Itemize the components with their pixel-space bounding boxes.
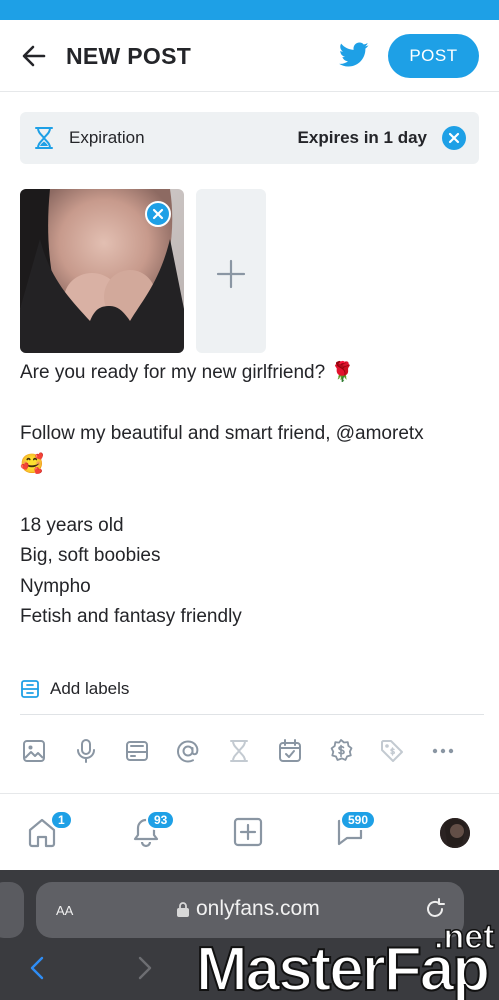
image-button[interactable]	[18, 733, 50, 769]
voice-button[interactable]	[70, 733, 102, 769]
page-title: NEW POST	[66, 43, 192, 69]
add-labels-label: Add labels	[50, 679, 130, 698]
watermark-brand: MasterFap	[195, 934, 491, 1000]
nav-new-post[interactable]	[222, 794, 282, 870]
microphone-icon	[77, 739, 95, 763]
post-text-line: Are you ready for my new girlfriend? 🌹	[20, 362, 355, 383]
image-icon	[23, 740, 45, 762]
add-media-button[interactable]	[196, 189, 266, 353]
add-post-icon	[233, 817, 263, 847]
avatar-image	[440, 818, 470, 848]
at-sign-icon	[177, 740, 199, 763]
nav-notifications[interactable]: 93	[122, 794, 182, 870]
plus-icon	[216, 259, 246, 289]
expiration-label: Expiration	[69, 128, 145, 147]
expiration-button[interactable]	[223, 733, 255, 769]
calendar-check-icon	[279, 739, 301, 762]
more-icon	[432, 748, 454, 754]
post-text-line: Fetish and fantasy friendly	[20, 606, 242, 627]
tag-button[interactable]	[376, 733, 408, 769]
post-text-line	[20, 389, 480, 420]
messages-badge: 590	[340, 810, 377, 830]
browser-back-icon[interactable]	[26, 955, 48, 981]
expiration-value: Expires in 1 day	[297, 128, 427, 147]
status-strip	[0, 0, 499, 20]
clear-expiration-button[interactable]	[442, 126, 466, 150]
divider	[20, 714, 484, 715]
schedule-button[interactable]	[274, 733, 306, 769]
price-button[interactable]	[325, 733, 357, 769]
browser-forward-icon[interactable]	[134, 955, 156, 981]
mention-button[interactable]	[172, 733, 204, 769]
expiration-bar[interactable]: Expiration Expires in 1 day	[20, 112, 479, 164]
vault-icon	[126, 741, 148, 761]
hourglass-icon	[230, 740, 248, 762]
more-button[interactable]	[427, 733, 459, 769]
close-icon	[152, 208, 164, 220]
post-text-line	[20, 480, 480, 511]
dollar-badge-icon	[330, 739, 353, 761]
bottom-nav: 1 93 590	[0, 794, 499, 870]
post-toolbar	[0, 733, 499, 769]
notifications-badge: 93	[146, 810, 176, 830]
remove-media-button[interactable]	[145, 201, 171, 227]
lock-icon	[177, 902, 189, 917]
twitter-icon[interactable]	[339, 42, 369, 68]
labels-icon	[21, 680, 39, 698]
nav-home[interactable]: 1	[20, 794, 80, 870]
text-size-button[interactable]: AA	[56, 899, 73, 921]
vault-button[interactable]	[121, 733, 153, 769]
post-text-area[interactable]: Are you ready for my new girlfriend? 🌹 F…	[20, 358, 480, 633]
text-size-label: AA	[56, 903, 74, 918]
home-badge: 1	[50, 810, 73, 830]
post-text-line: 18 years old	[20, 514, 124, 536]
close-icon	[448, 132, 460, 144]
post-text-line: Follow my beautiful and smart friend, @a…	[20, 423, 424, 444]
page-header: NEW POST POST	[0, 20, 499, 92]
post-text-line: Nympho	[20, 575, 91, 597]
price-tag-icon	[381, 740, 403, 762]
avatar[interactable]	[440, 818, 470, 848]
watermark: .net MasterFap	[195, 917, 499, 1000]
post-text-line: 🥰	[20, 453, 44, 475]
nav-messages[interactable]: 590	[326, 794, 386, 870]
hourglass-icon	[35, 127, 53, 149]
post-button[interactable]: POST	[388, 34, 479, 78]
back-arrow-icon[interactable]	[20, 42, 48, 70]
browser-tab-edge[interactable]	[0, 882, 24, 938]
post-text-line: Big, soft boobies	[20, 545, 161, 566]
